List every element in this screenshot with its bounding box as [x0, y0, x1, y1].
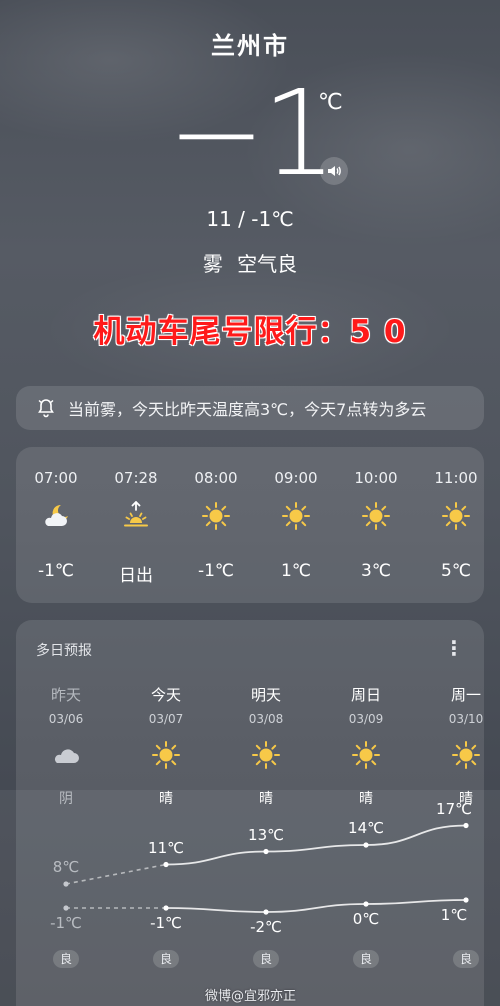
hourly-time: 07:28 [114, 469, 158, 487]
low-temp-point [363, 901, 369, 907]
low-temp-label: 0℃ [352, 910, 380, 928]
low-temp-label: -1℃ [150, 914, 182, 932]
high-temp-label: 11℃ [148, 838, 184, 857]
plate-restriction-overlay: 机动车尾号限行：5 0 [93, 314, 407, 350]
hourly-value: 5℃ [441, 561, 471, 581]
sun-icon [361, 501, 391, 531]
low-temp-label: 1℃ [440, 906, 468, 924]
low-temp-point [463, 897, 469, 903]
hourly-time: 11:00 [434, 469, 478, 487]
low-temp-line [165, 899, 467, 913]
bell-alarm-icon [38, 399, 54, 418]
high-temp-label: 14℃ [348, 819, 384, 837]
sun-icon [201, 501, 231, 531]
hourly-value: -1℃ [37, 561, 75, 581]
low-temp-point [63, 905, 69, 911]
high-temp-label: 8℃ [52, 858, 80, 876]
sunrise-icon [121, 500, 151, 531]
hourly-time: 10:00 [354, 469, 398, 487]
speaker-icon [328, 166, 341, 176]
hourly-time: 08:00 [194, 469, 238, 487]
high-temp-point [163, 861, 169, 868]
high-temp-point [63, 881, 69, 887]
watermark: 微博@宜邪亦正 [205, 989, 297, 1004]
sun-icon [281, 501, 311, 531]
high-temp-point [363, 842, 369, 848]
current-condition-line: 雾 空气良 [0, 248, 500, 277]
hourly-time: 09:00 [274, 469, 318, 487]
low-temp-label: -2℃ [250, 918, 282, 936]
air-quality[interactable]: 空气良 [237, 252, 297, 276]
high-temp-line [165, 824, 467, 866]
speaker-button[interactable] [320, 157, 348, 185]
hourly-value: 3℃ [361, 561, 391, 581]
moon-cloud-icon [41, 501, 71, 531]
alert-text: 当前雾，今天比昨天温度高3℃，今天7点转为多云 [68, 400, 427, 419]
sun-icon [441, 501, 471, 531]
hourly-value: 日出 [119, 566, 153, 586]
hourly-value: 1℃ [281, 561, 311, 581]
hourly-time: 07:00 [34, 469, 78, 487]
today-temp-range: 11 / -1℃ [206, 207, 294, 231]
weather-alert-banner[interactable]: 当前雾，今天比昨天温度高3℃，今天7点转为多云 [16, 386, 484, 430]
high-temp-label: 17℃ [436, 799, 472, 818]
high-temp-point [463, 822, 469, 829]
low-temp-point [263, 909, 269, 915]
low-temp-label: -1℃ [50, 914, 82, 932]
current-temperature: −1 [167, 64, 337, 202]
temperature-curve-chart [63, 822, 469, 915]
low-temp-point [163, 905, 169, 911]
daily-forecast-card[interactable]: 多日预报 ⋮ 昨天 03/06 阴 良 今天 03/07 晴 良 明天 03/0… [16, 620, 484, 1006]
weather-condition: 雾 [202, 252, 223, 276]
hourly-value: -1℃ [197, 561, 235, 581]
city-name[interactable]: 兰州市 [0, 26, 500, 61]
high-temp-point [263, 848, 269, 855]
high-temp-label: 13℃ [248, 825, 284, 844]
hourly-forecast-card[interactable]: 07:00 -1℃ 07:28 日出 08:00 -1℃ 09:00 1℃ 10… [16, 447, 484, 603]
temperature-unit: ℃ [318, 90, 343, 115]
